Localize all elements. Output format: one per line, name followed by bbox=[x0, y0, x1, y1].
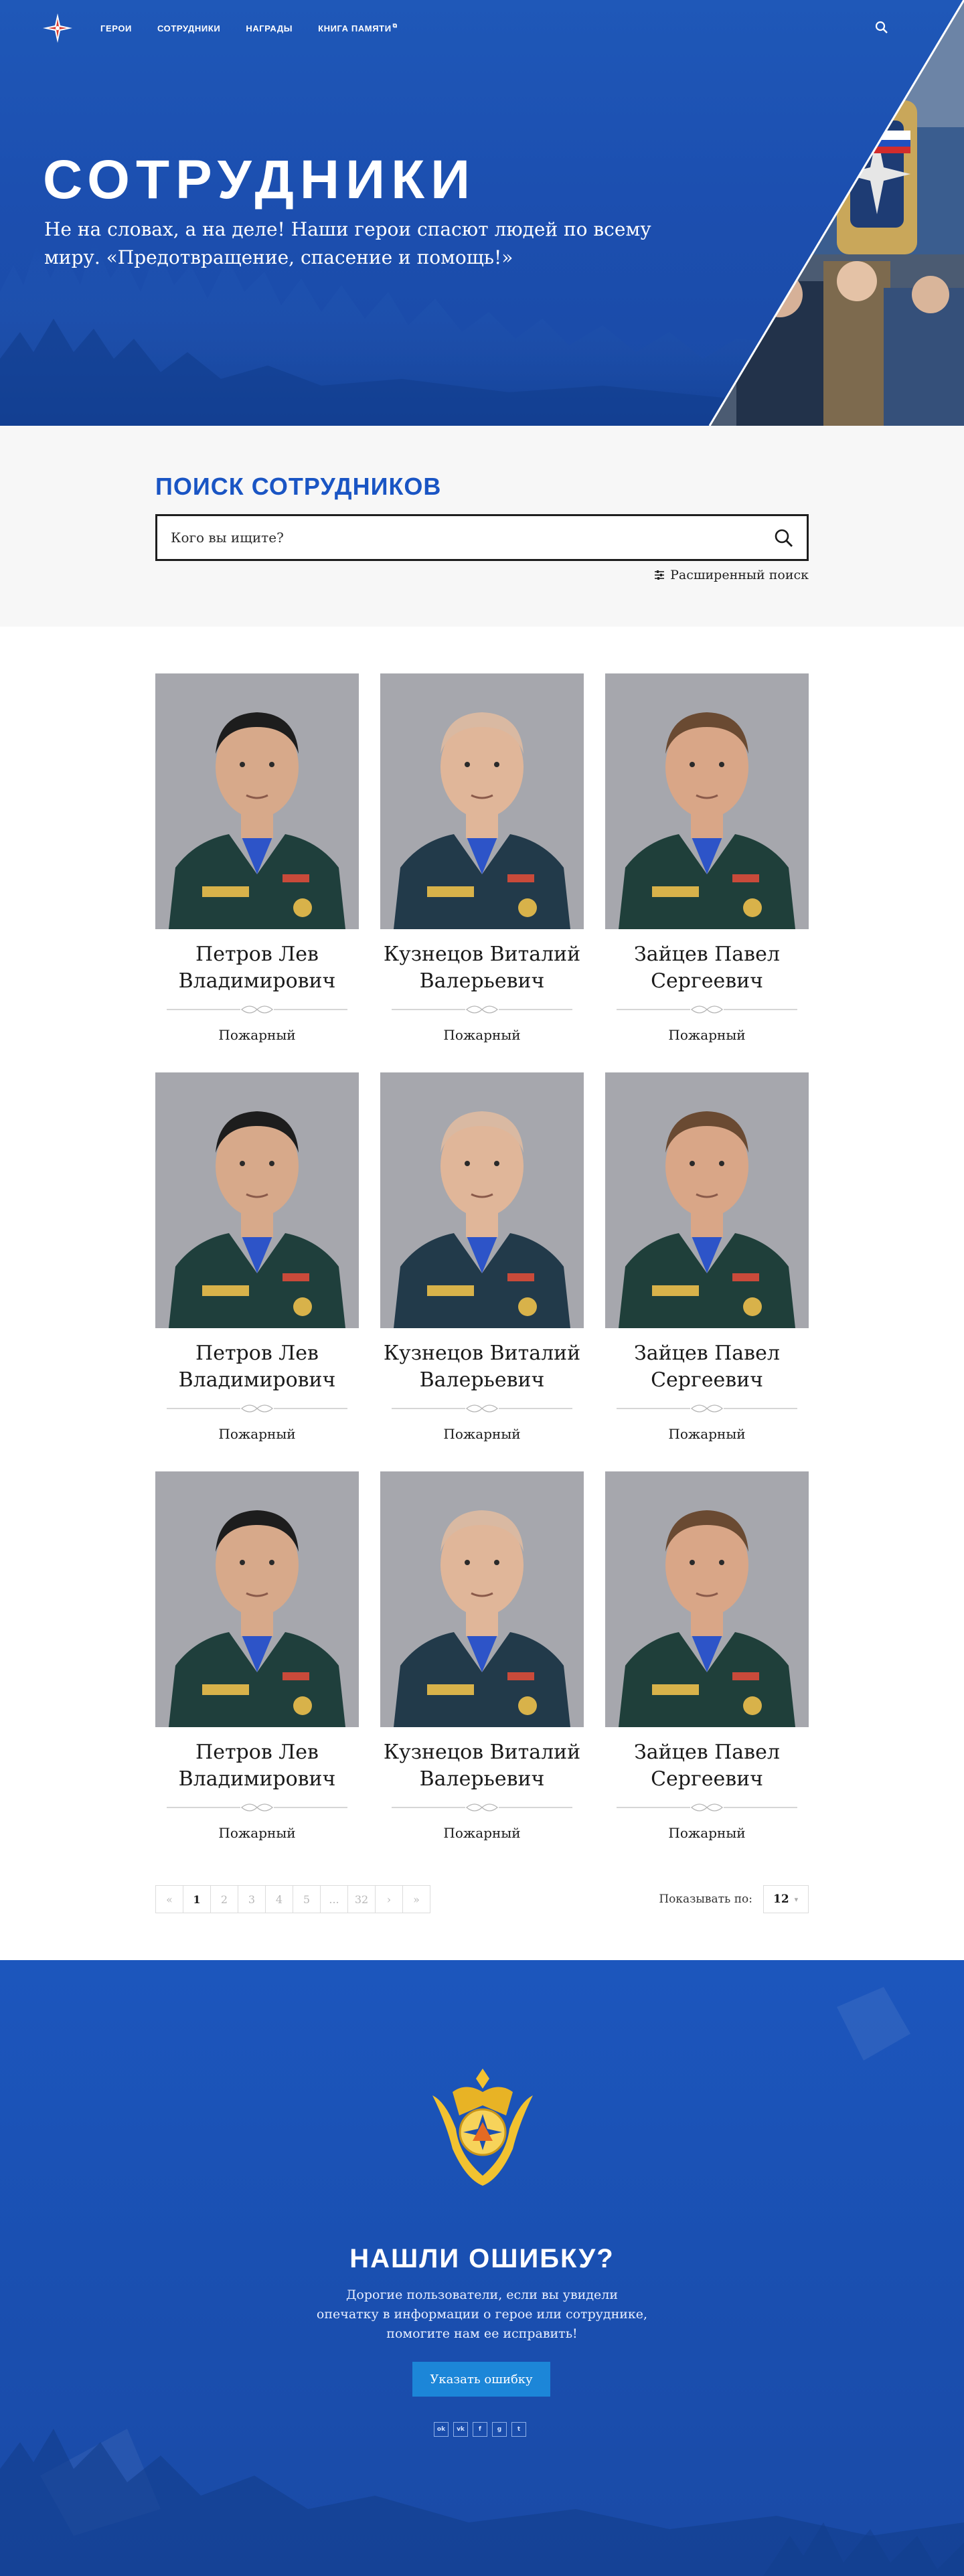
employee-card[interactable]: Кузнецов Виталий Валерьевич Пожарный bbox=[380, 1072, 584, 1447]
hero-banner: Герои Сотрудники Награды Книга памяти ⧉ С… bbox=[0, 0, 964, 426]
report-error-title: НАШЛИ ОШИБКУ? bbox=[349, 2244, 615, 2273]
employee-name[interactable]: Кузнецов Виталий Валерьевич bbox=[380, 941, 584, 996]
ornament-divider-icon bbox=[617, 1803, 797, 1812]
logo-star-icon[interactable] bbox=[42, 12, 74, 44]
pagination-prev[interactable]: « bbox=[155, 1885, 183, 1913]
per-page-label: Показывать по: bbox=[659, 1893, 752, 1906]
nav-employees[interactable]: Сотрудники bbox=[157, 23, 220, 33]
employee-photo[interactable] bbox=[155, 1072, 359, 1328]
nav-awards[interactable]: Награды bbox=[246, 23, 293, 33]
employee-photo[interactable] bbox=[155, 1471, 359, 1727]
employee-name[interactable]: Петров Лев Владимирович bbox=[155, 1739, 359, 1794]
ornament-divider-icon bbox=[617, 1005, 797, 1014]
employee-role: Пожарный bbox=[218, 1027, 296, 1043]
pagination-page[interactable]: 4 bbox=[265, 1885, 293, 1913]
employee-card[interactable]: Петров Лев Владимирович Пожарный bbox=[155, 673, 359, 1048]
pagination-last[interactable]: » bbox=[402, 1885, 430, 1913]
employee-photo[interactable] bbox=[605, 1471, 809, 1727]
ornament-divider-icon bbox=[392, 1404, 572, 1413]
report-error-button[interactable]: Указать ошибку bbox=[412, 2362, 550, 2397]
per-page-control: Показывать по: 12 ▾ bbox=[659, 1885, 809, 1913]
employee-search-section: ПОИСК СОТРУДНИКОВ Расширенный поиск bbox=[0, 426, 964, 627]
advanced-search-link[interactable]: Расширенный поиск bbox=[654, 568, 809, 582]
facebook-icon[interactable]: f bbox=[473, 2422, 487, 2437]
pagination-page[interactable]: 3 bbox=[238, 1885, 266, 1913]
employee-role: Пожарный bbox=[668, 1825, 746, 1841]
employee-name[interactable]: Зайцев Павел Сергеевич bbox=[605, 1340, 809, 1395]
pagination: « 1 2 3 4 5 ... 32 › » bbox=[155, 1885, 430, 1913]
pagination-ellipsis: ... bbox=[320, 1885, 348, 1913]
employee-card[interactable]: Зайцев Павел Сергеевич Пожарный bbox=[605, 1072, 809, 1447]
employee-photo[interactable] bbox=[380, 673, 584, 929]
employee-name[interactable]: Петров Лев Владимирович bbox=[155, 1340, 359, 1395]
nav-memory-book-label: Книга памяти bbox=[318, 23, 392, 33]
pagination-page[interactable]: 1 bbox=[183, 1885, 211, 1913]
ornament-divider-icon bbox=[167, 1404, 347, 1413]
nav-heroes[interactable]: Герои bbox=[100, 23, 132, 33]
pagination-page[interactable]: 32 bbox=[347, 1885, 376, 1913]
employee-role: Пожарный bbox=[668, 1426, 746, 1442]
search-box bbox=[155, 514, 809, 561]
ornament-divider-icon bbox=[167, 1803, 347, 1812]
employee-photo[interactable] bbox=[380, 1072, 584, 1328]
filter-sliders-icon bbox=[655, 570, 665, 580]
employee-role: Пожарный bbox=[443, 1027, 521, 1043]
main-nav: Герои Сотрудники Награды Книга памяти ⧉ bbox=[42, 12, 423, 44]
employee-role: Пожарный bbox=[218, 1825, 296, 1841]
google-plus-icon[interactable]: g bbox=[492, 2422, 507, 2437]
employee-card[interactable]: Зайцев Павел Сергеевич Пожарный bbox=[605, 673, 809, 1048]
nav-memory-book[interactable]: Книга памяти ⧉ bbox=[318, 21, 398, 33]
pagination-page[interactable]: 2 bbox=[210, 1885, 238, 1913]
page-title: СОТРУДНИКИ bbox=[43, 149, 477, 210]
employee-name[interactable]: Кузнецов Виталий Валерьевич bbox=[380, 1340, 584, 1395]
employee-name[interactable]: Кузнецов Виталий Валерьевич bbox=[380, 1739, 584, 1794]
employee-card[interactable]: Петров Лев Владимирович Пожарный bbox=[155, 1471, 359, 1846]
employee-role: Пожарный bbox=[668, 1027, 746, 1043]
hero-photo-collage bbox=[708, 0, 964, 426]
search-icon[interactable] bbox=[874, 20, 889, 35]
employee-card[interactable]: Зайцев Павел Сергеевич Пожарный bbox=[605, 1471, 809, 1846]
report-error-text: Дорогие пользователи, если вы увидели оп… bbox=[316, 2287, 648, 2341]
pagination-next[interactable]: › bbox=[375, 1885, 403, 1913]
vk-icon[interactable]: vk bbox=[453, 2422, 468, 2437]
employee-name[interactable]: Зайцев Павел Сергеевич bbox=[605, 941, 809, 996]
employee-name[interactable]: Зайцев Павел Сергеевич bbox=[605, 1739, 809, 1794]
external-link-icon: ⧉ bbox=[392, 21, 398, 29]
employee-card[interactable]: Петров Лев Владимирович Пожарный bbox=[155, 1072, 359, 1447]
employee-role: Пожарный bbox=[443, 1825, 521, 1841]
chevron-down-icon: ▾ bbox=[794, 1895, 799, 1904]
ok-icon[interactable]: ok bbox=[434, 2422, 449, 2437]
ornament-divider-icon bbox=[617, 1404, 797, 1413]
report-error-footer: НАШЛИ ОШИБКУ? Дорогие пользователи, если… bbox=[0, 1960, 964, 2576]
employee-name[interactable]: Петров Лев Владимирович bbox=[155, 941, 359, 996]
employee-card[interactable]: Кузнецов Виталий Валерьевич Пожарный bbox=[380, 1471, 584, 1846]
ornament-divider-icon bbox=[392, 1005, 572, 1014]
employee-role: Пожарный bbox=[443, 1426, 521, 1442]
employee-photo[interactable] bbox=[605, 673, 809, 929]
ornament-divider-icon bbox=[392, 1803, 572, 1812]
employee-photo[interactable] bbox=[155, 673, 359, 929]
hero-subtitle: Не на словах, а на деле! Наши герои спас… bbox=[44, 218, 651, 268]
emercom-emblem-icon bbox=[432, 2069, 533, 2186]
employee-photo[interactable] bbox=[605, 1072, 809, 1328]
per-page-select[interactable]: 12 ▾ bbox=[763, 1885, 809, 1913]
per-page-value: 12 bbox=[773, 1893, 789, 1906]
search-input[interactable] bbox=[171, 516, 746, 559]
search-title: ПОИСК СОТРУДНИКОВ bbox=[155, 473, 442, 500]
social-links: ok vk f g t bbox=[434, 2422, 531, 2437]
pagination-page[interactable]: 5 bbox=[293, 1885, 321, 1913]
employee-photo[interactable] bbox=[380, 1471, 584, 1727]
advanced-search-label: Расширенный поиск bbox=[670, 568, 809, 582]
search-submit-icon[interactable] bbox=[773, 528, 795, 549]
ornament-divider-icon bbox=[167, 1005, 347, 1014]
twitter-icon[interactable]: t bbox=[511, 2422, 526, 2437]
employee-role: Пожарный bbox=[218, 1426, 296, 1442]
employee-card[interactable]: Кузнецов Виталий Валерьевич Пожарный bbox=[380, 673, 584, 1048]
